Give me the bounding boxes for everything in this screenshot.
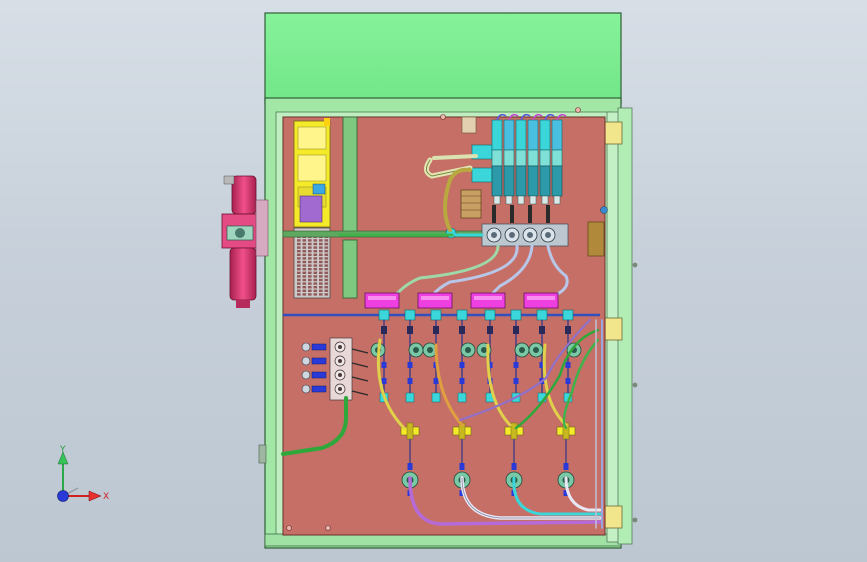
triad-y-label: Y [59,445,66,455]
bottom-frame-rail [264,533,622,547]
top-hood [264,12,622,104]
left-latch [258,444,267,464]
right-hinge-rail [603,107,638,545]
din-rail-vertical-2 [342,239,358,299]
din-rail-vertical-1 [342,116,358,233]
filter-regulator-assembly [221,175,269,308]
mounting-bracket [587,221,605,257]
pressure-regulator [460,189,482,219]
cad-viewport: Y X [57,12,638,549]
terminal-block [293,227,331,299]
triad-x-label: X [103,492,109,502]
axis-triad: Y X [57,445,109,502]
relay-stack [293,118,331,228]
